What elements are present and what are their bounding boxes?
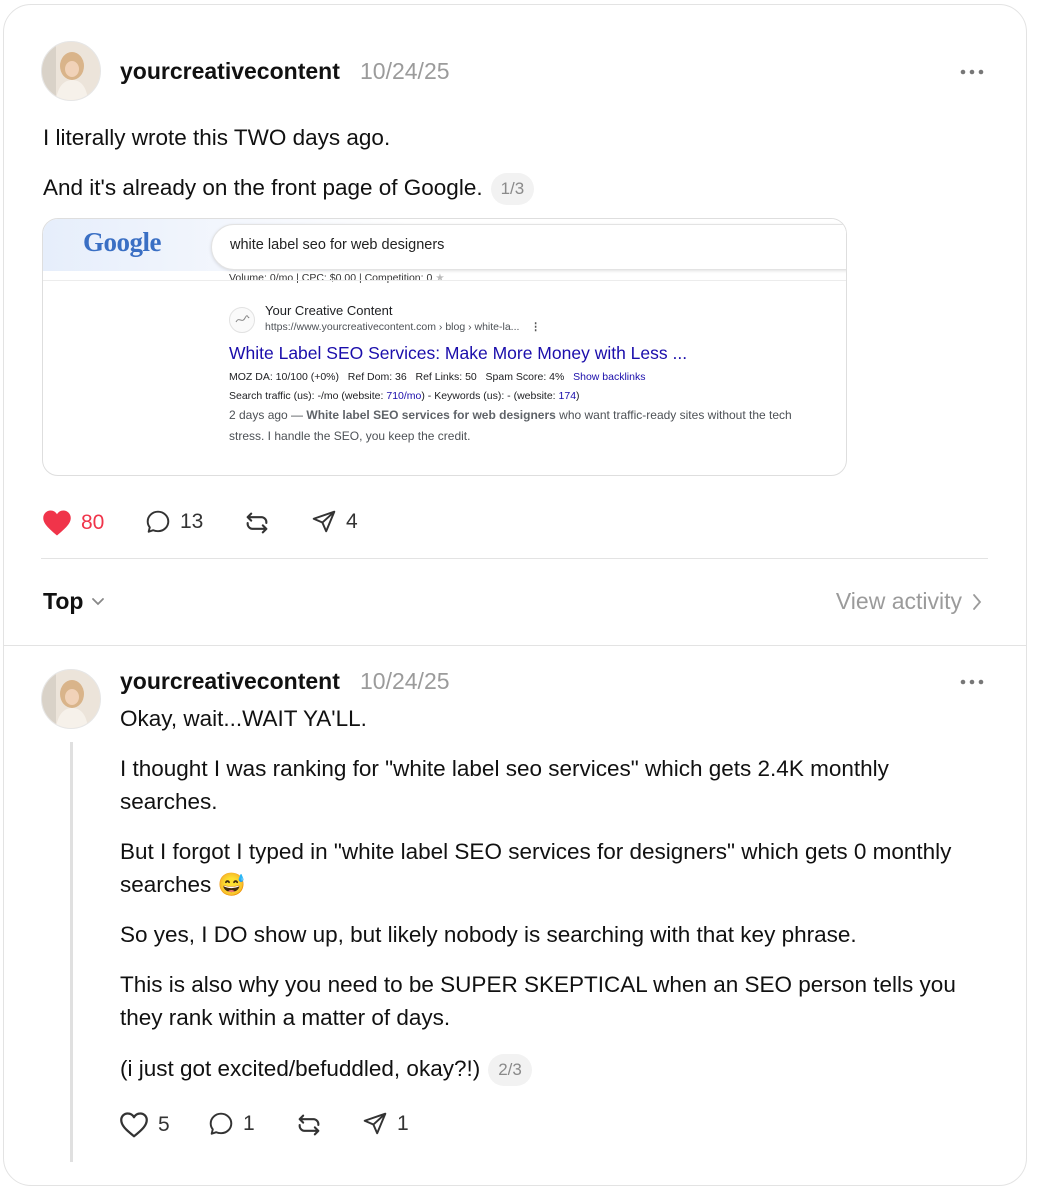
sort-label: Top bbox=[43, 588, 84, 614]
reply-text: But I forgot I typed in "white label SEO… bbox=[120, 839, 952, 897]
like-button[interactable]: 80 bbox=[42, 509, 104, 537]
sort-dropdown[interactable]: Top bbox=[43, 588, 105, 615]
result-title: White Label SEO Services: Make More Mone… bbox=[229, 343, 688, 363]
share-count: 4 bbox=[346, 510, 358, 533]
view-activity-label: View activity bbox=[835, 588, 962, 614]
repost-icon bbox=[298, 1114, 320, 1136]
send-icon bbox=[312, 510, 336, 533]
send-icon bbox=[363, 1112, 387, 1135]
chevron-right-icon bbox=[973, 593, 982, 610]
comment-count: 1 bbox=[243, 1112, 255, 1135]
comment-icon bbox=[209, 1112, 233, 1135]
comment-button[interactable]: 13 bbox=[145, 509, 203, 535]
more-options-icon[interactable] bbox=[960, 677, 984, 687]
post-date[interactable]: 10/24/25 bbox=[360, 58, 450, 85]
reply-text: (i just got excited/befuddled, okay?!) bbox=[120, 1056, 481, 1081]
avatar[interactable] bbox=[41, 669, 101, 729]
site-url: https://www.yourcreativecontent.com › bl… bbox=[265, 321, 541, 333]
result-snippet: 2 days ago — White label SEO services fo… bbox=[229, 408, 792, 443]
seo-metrics: MOZ DA: 10/100 (+0%) Ref Dom: 36 Ref Lin… bbox=[229, 371, 646, 383]
like-button[interactable]: 5 bbox=[119, 1111, 170, 1139]
google-screenshot[interactable]: Google white label seo for web designers… bbox=[42, 218, 847, 476]
google-logo: Google bbox=[83, 227, 162, 257]
keyword-volume: Volume: 0/mo | CPC: $0.00 | Competition:… bbox=[229, 272, 445, 284]
post-text-line: I literally wrote this TWO days ago. bbox=[43, 125, 391, 150]
heart-icon bbox=[120, 1112, 148, 1138]
thread-line bbox=[70, 742, 73, 1162]
kebab-icon: ⋮ bbox=[530, 321, 541, 333]
share-count: 1 bbox=[397, 1112, 409, 1135]
username[interactable]: yourcreativecontent bbox=[120, 58, 340, 85]
search-query: white label seo for web designers bbox=[230, 237, 445, 253]
reply-text: So yes, I DO show up, but likely nobody … bbox=[120, 922, 857, 947]
repost-icon bbox=[246, 512, 268, 534]
thread-pager: 2/3 bbox=[488, 1054, 532, 1086]
more-options-icon[interactable] bbox=[960, 67, 984, 77]
repost-button[interactable] bbox=[243, 509, 271, 537]
reply-text: I thought I was ranking for "white label… bbox=[120, 756, 889, 814]
repost-button[interactable] bbox=[295, 1111, 323, 1139]
post-text: And it's already on the front page of Go… bbox=[43, 175, 483, 200]
divider bbox=[43, 280, 846, 281]
share-button[interactable]: 4 bbox=[311, 509, 358, 535]
thread-pager: 1/3 bbox=[490, 173, 535, 205]
chevron-down-icon bbox=[92, 597, 105, 605]
heart-filled-icon bbox=[43, 510, 71, 536]
share-button[interactable]: 1 bbox=[362, 1111, 409, 1137]
view-activity-link[interactable]: View activity bbox=[836, 588, 982, 615]
like-count: 80 bbox=[81, 511, 105, 534]
like-count: 5 bbox=[158, 1113, 170, 1136]
star-icon: ★ bbox=[435, 272, 445, 284]
reply-text-line: Okay, wait...WAIT YA'LL. bbox=[120, 706, 367, 731]
divider bbox=[4, 645, 1026, 646]
divider bbox=[41, 558, 988, 559]
avatar[interactable] bbox=[41, 41, 101, 101]
comment-button[interactable]: 1 bbox=[208, 1111, 255, 1137]
reply-text: This is also why you need to be SUPER SK… bbox=[120, 972, 956, 1030]
search-bar: white label seo for web designers bbox=[211, 224, 846, 270]
username[interactable]: yourcreativecontent bbox=[120, 668, 340, 695]
traffic-metrics: Search traffic (us): -/mo (website: 710/… bbox=[229, 390, 580, 402]
comment-icon bbox=[146, 510, 170, 533]
reply-date[interactable]: 10/24/25 bbox=[360, 668, 450, 695]
site-favicon bbox=[229, 307, 255, 333]
site-name: Your Creative Content bbox=[265, 303, 393, 318]
reply-text-line: (i just got excited/befuddled, okay?!) 2/… bbox=[120, 1052, 532, 1086]
comment-count: 13 bbox=[180, 510, 204, 533]
post-text-line: And it's already on the front page of Go… bbox=[43, 171, 535, 205]
